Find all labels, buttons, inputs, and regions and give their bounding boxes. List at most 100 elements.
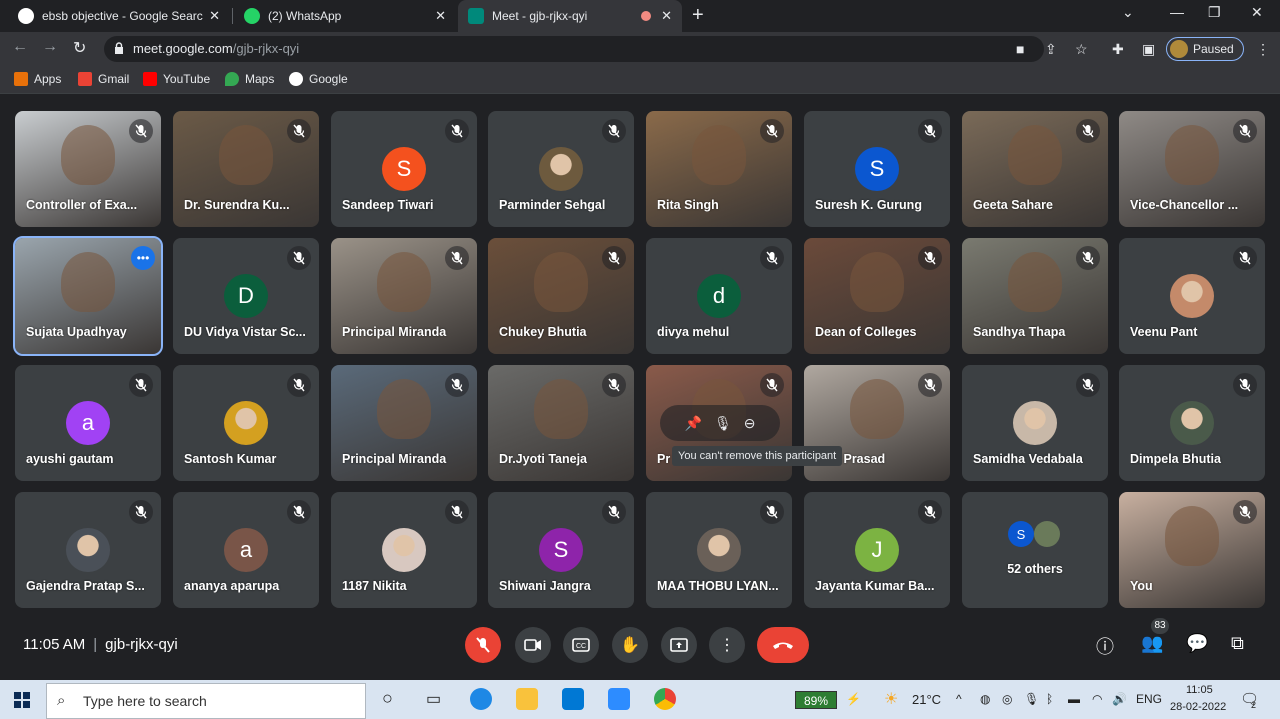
close-tab-icon[interactable]: ✕: [435, 8, 446, 24]
participant-tile[interactable]: Dimpela Bhutia: [1119, 365, 1265, 481]
clock-date[interactable]: 28-02-2022: [1170, 701, 1226, 713]
clock-time[interactable]: 11:05: [1186, 684, 1213, 696]
participant-tile[interactable]: Veenu Pant: [1119, 238, 1265, 354]
taskbar-search-box[interactable]: ⌕ Type here to search: [46, 683, 366, 719]
tab-search-icon[interactable]: ⌄: [1122, 4, 1134, 21]
participant-tile[interactable]: S Shiwani Jangra: [488, 492, 634, 608]
microphone-icon[interactable]: 🎙: [1024, 692, 1039, 706]
meeting-details-icon[interactable]: ⓘ: [1096, 633, 1114, 659]
people-icon[interactable]: 👥: [1141, 633, 1163, 654]
back-icon[interactable]: ←: [12, 38, 28, 56]
bluetooth-icon[interactable]: ᛒ: [1046, 692, 1053, 706]
url-text[interactable]: meet.google.com/gjb-rjkx-qyi: [133, 41, 299, 56]
volume-icon[interactable]: 🔊: [1112, 692, 1127, 706]
participant-tile[interactable]: S 52 others: [962, 492, 1108, 608]
new-tab-button[interactable]: +: [692, 4, 704, 27]
weather-temperature[interactable]: 21°C: [912, 692, 941, 707]
meet-tray-icon[interactable]: ◎: [1002, 692, 1012, 706]
participant-tile[interactable]: You: [1119, 492, 1265, 608]
tab-google-search[interactable]: ebsb objective - Google Search ✕: [8, 0, 230, 32]
minimize-icon[interactable]: —: [1170, 4, 1184, 20]
participant-tile[interactable]: Dr. Surendra Ku...: [173, 111, 319, 227]
participant-tile[interactable]: Vice-Chancellor ...: [1119, 111, 1265, 227]
participant-tile[interactable]: Sandhya Thapa: [962, 238, 1108, 354]
bookmark-youtube[interactable]: YouTube: [143, 72, 210, 86]
battery-indicator[interactable]: 89%: [795, 691, 837, 709]
participant-tile[interactable]: S Sandeep Tiwari: [331, 111, 477, 227]
participant-tile[interactable]: Principal Miranda: [331, 365, 477, 481]
camera-toggle-button[interactable]: [515, 627, 551, 663]
participant-name: ayushi gautam: [26, 452, 114, 466]
chrome-icon[interactable]: [654, 688, 676, 710]
weather-icon[interactable]: ☀: [884, 689, 898, 709]
participant-tile[interactable]: a ananya aparupa: [173, 492, 319, 608]
power-icon[interactable]: ▬: [1068, 692, 1080, 706]
bookmark-apps[interactable]: Apps: [14, 72, 61, 86]
participant-tile[interactable]: d divya mehul: [646, 238, 792, 354]
participant-tile[interactable]: Dr.Jyoti Taneja: [488, 365, 634, 481]
participant-name: Chukey Bhutia: [499, 325, 587, 339]
activities-icon[interactable]: ⧉: [1231, 633, 1244, 654]
menu-icon[interactable]: ⋮: [1256, 41, 1270, 58]
participant-tile[interactable]: Santosh Kumar: [173, 365, 319, 481]
edge-icon[interactable]: [470, 688, 492, 710]
bookmark-google[interactable]: Google: [289, 72, 348, 86]
participant-tile[interactable]: Gajendra Pratap S...: [15, 492, 161, 608]
raise-hand-button[interactable]: ✋: [612, 627, 648, 663]
bookmark-maps[interactable]: Maps: [225, 72, 274, 86]
notifications-icon[interactable]: 🗨: [1240, 690, 1259, 708]
leave-call-button[interactable]: [757, 627, 809, 663]
close-tab-icon[interactable]: ✕: [661, 8, 672, 24]
forward-icon[interactable]: →: [42, 38, 58, 56]
close-tab-icon[interactable]: ✕: [209, 8, 220, 24]
participant-tile[interactable]: Sujata Upadhyay •••: [13, 236, 163, 356]
profile-button[interactable]: Paused: [1166, 37, 1244, 61]
participant-tile[interactable]: MAA THOBU LYAN...: [646, 492, 792, 608]
tray-app-icon[interactable]: ◍: [980, 692, 990, 706]
participant-tile[interactable]: Rita Singh: [646, 111, 792, 227]
participant-tile[interactable]: Geeta Sahare: [962, 111, 1108, 227]
video-feed: [61, 252, 115, 312]
participant-tile[interactable]: S Suresh K. Gurung: [804, 111, 950, 227]
participant-tile[interactable]: Principal Miranda: [331, 238, 477, 354]
windows-start-icon[interactable]: [14, 692, 30, 708]
share-icon[interactable]: ⇪: [1045, 41, 1057, 58]
bookmark-star-icon[interactable]: ☆: [1075, 41, 1088, 58]
mic-muted-icon: [918, 119, 942, 143]
wifi-icon[interactable]: ◠: [1092, 692, 1102, 706]
more-options-icon[interactable]: •••: [131, 246, 155, 270]
extensions-icon[interactable]: ✚: [1112, 41, 1124, 58]
participant-tile[interactable]: J Jayanta Kumar Ba...: [804, 492, 950, 608]
reload-icon[interactable]: ↻: [73, 38, 86, 58]
close-window-icon[interactable]: ✕: [1251, 4, 1263, 21]
zoom-icon[interactable]: [608, 688, 630, 710]
input-language[interactable]: ENG: [1136, 692, 1162, 706]
cortana-icon[interactable]: ○: [382, 688, 393, 709]
mute-participant-icon[interactable]: 🎙: [714, 415, 732, 432]
mic-toggle-button[interactable]: [465, 627, 501, 663]
participant-tile[interactable]: 1187 Nikita: [331, 492, 477, 608]
remove-participant-icon[interactable]: ⊖: [744, 415, 756, 432]
participant-tile[interactable]: a ayushi gautam: [15, 365, 161, 481]
chat-icon[interactable]: 💬: [1186, 633, 1208, 654]
tab-meet[interactable]: Meet - gjb-rjkx-qyi ✕: [458, 0, 682, 32]
maximize-icon[interactable]: ❐: [1208, 4, 1221, 21]
side-panel-icon[interactable]: ▣: [1142, 41, 1155, 58]
participant-tile[interactable]: Controller of Exa...: [15, 111, 161, 227]
bookmark-gmail[interactable]: Gmail: [78, 72, 129, 86]
show-hidden-icons-icon[interactable]: ^: [956, 692, 962, 706]
participant-tile[interactable]: Samidha Vedabala: [962, 365, 1108, 481]
captions-button[interactable]: CC: [563, 627, 599, 663]
store-icon[interactable]: [562, 688, 584, 710]
participant-tile[interactable]: Chukey Bhutia: [488, 238, 634, 354]
camera-icon[interactable]: ■: [1016, 41, 1024, 57]
more-options-button[interactable]: ⋮: [709, 627, 745, 663]
participant-tile[interactable]: D DU Vidya Vistar Sc...: [173, 238, 319, 354]
present-button[interactable]: [661, 627, 697, 663]
participant-tile[interactable]: Dean of Colleges: [804, 238, 950, 354]
pin-icon[interactable]: 📌: [685, 415, 702, 432]
tab-whatsapp[interactable]: (2) WhatsApp ✕: [234, 0, 456, 32]
task-view-icon[interactable]: ▭: [426, 689, 441, 709]
participant-tile[interactable]: Parminder Sehgal: [488, 111, 634, 227]
file-explorer-icon[interactable]: [516, 688, 538, 710]
